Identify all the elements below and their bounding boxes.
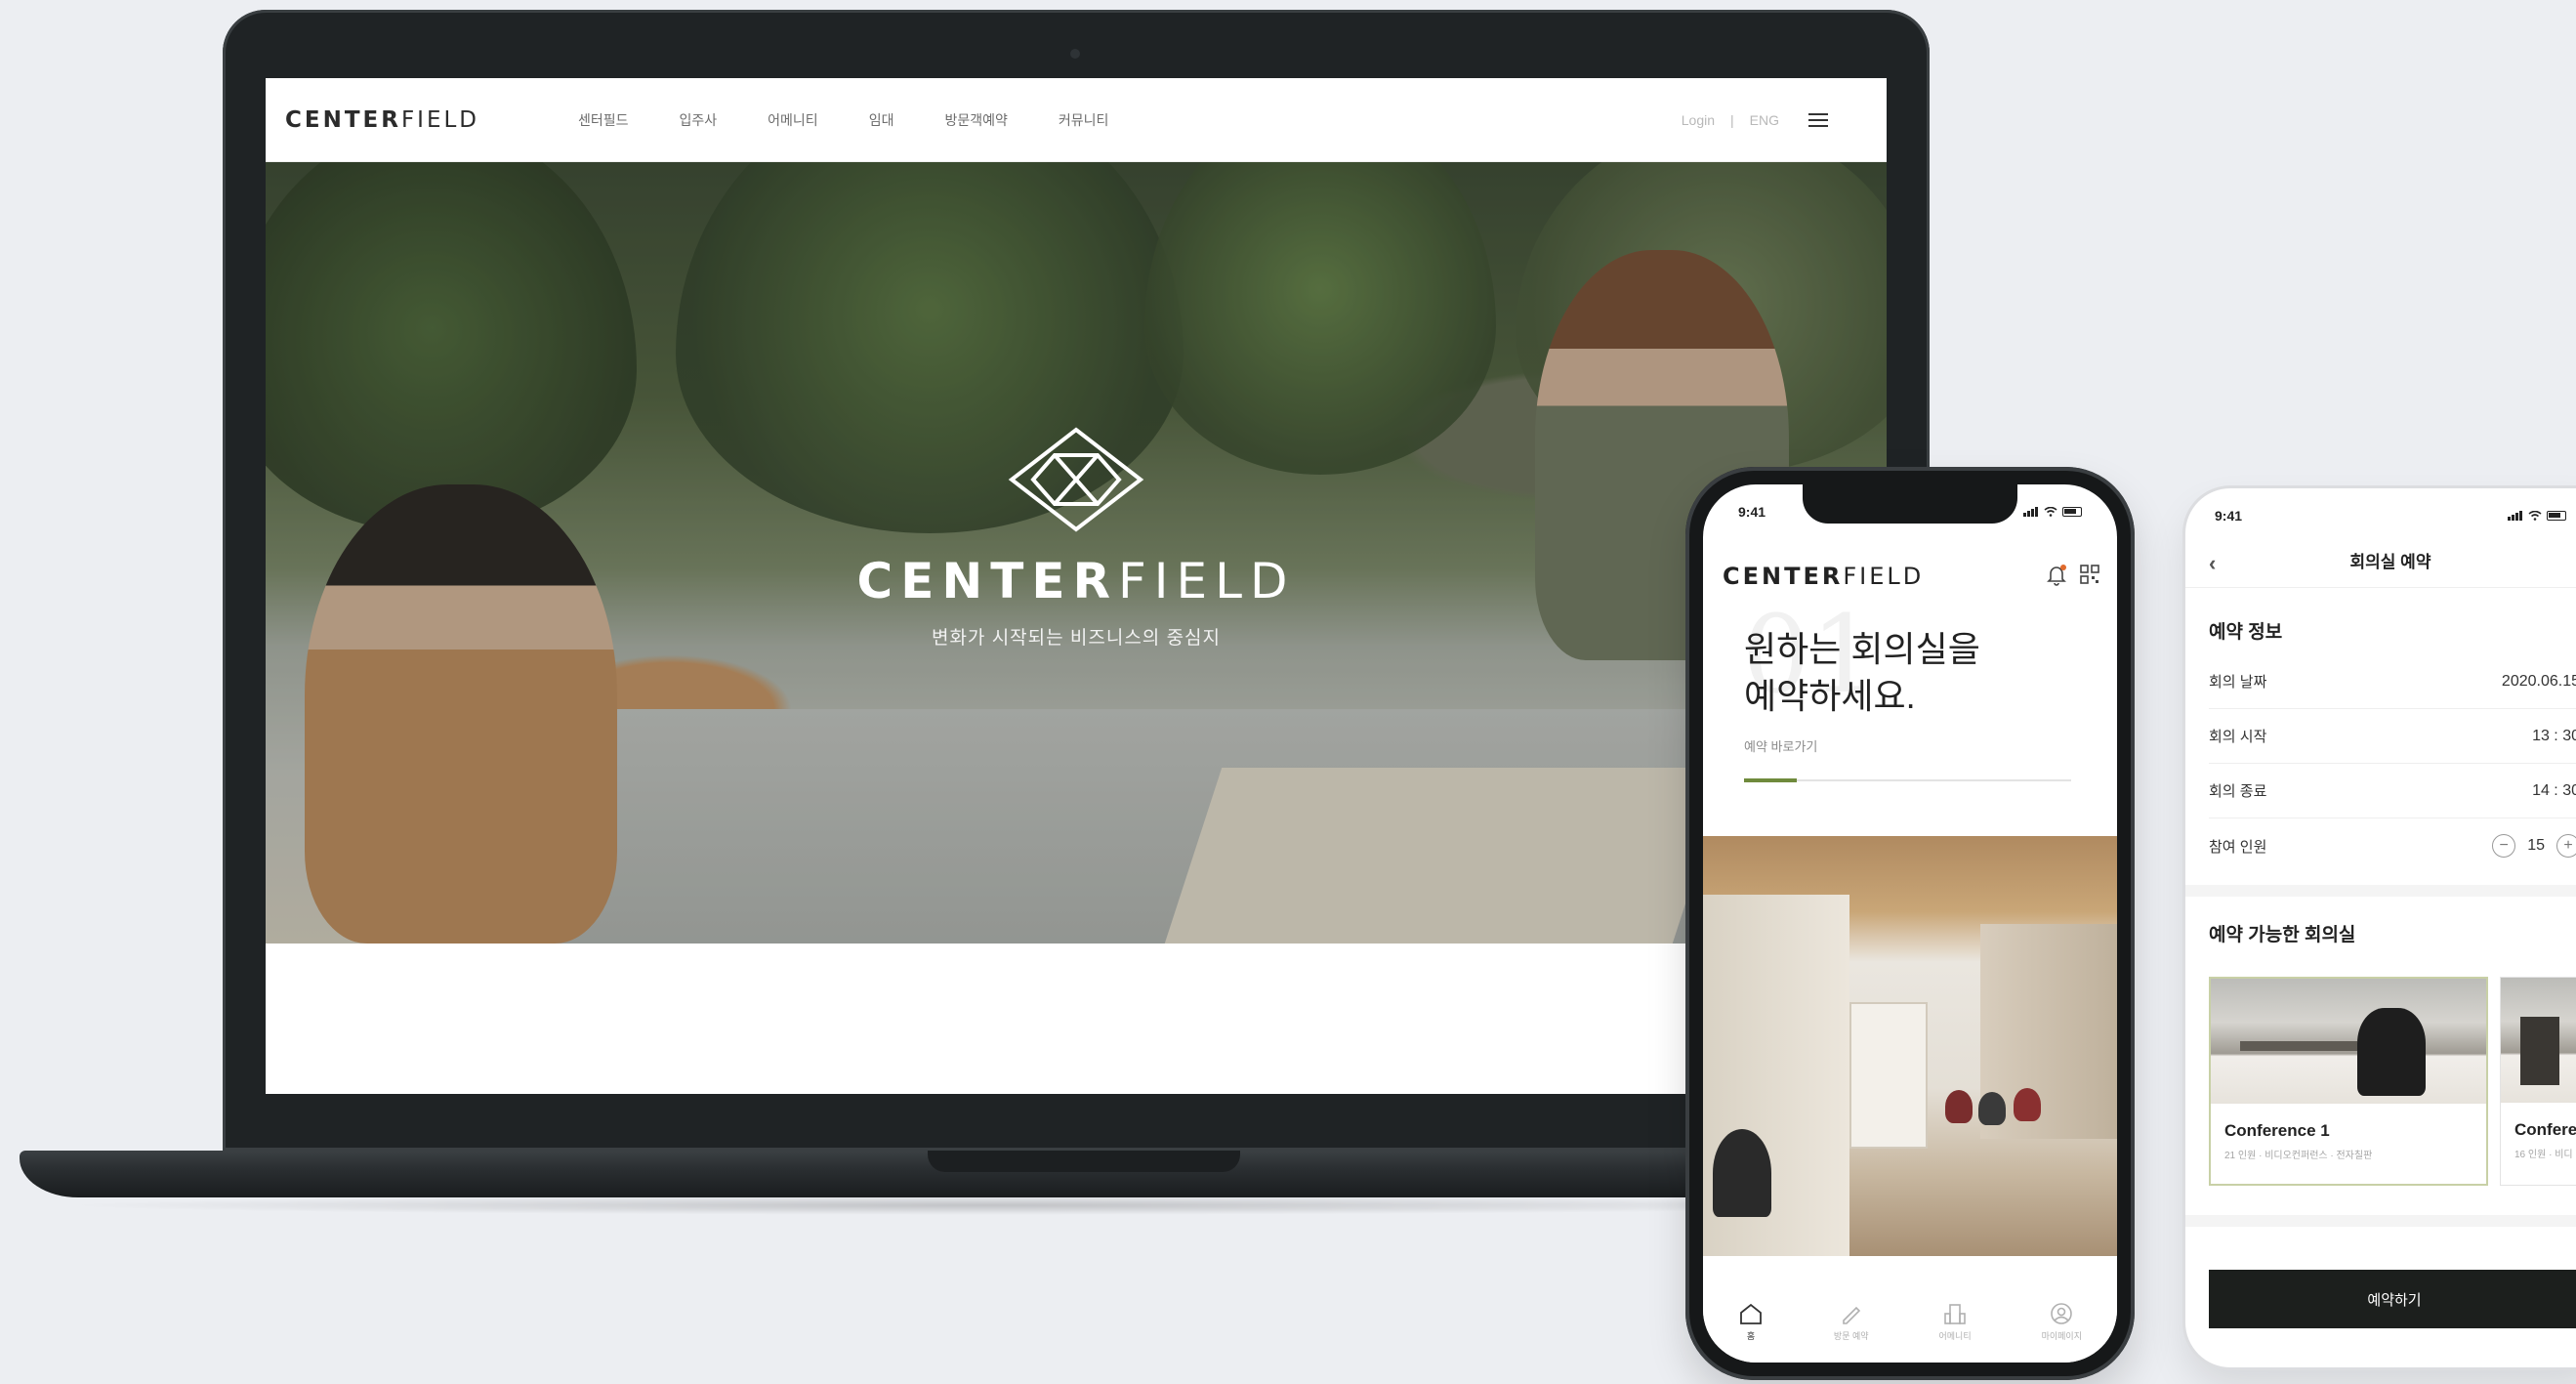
status-bar: 9:41 xyxy=(2185,488,2576,533)
site-header: CENTERFIELD 센터필드 입주사 어메니티 임대 방문객예약 커뮤니티 … xyxy=(266,78,1887,162)
available-rooms-title: 예약 가능한 회의실 xyxy=(2209,925,2356,945)
phone-home-screen: 9:41 CENTERFIELD 01 원하는 회의실을 예약하세요. 예약 바… xyxy=(1703,484,2117,1363)
menu-item-amenity[interactable]: 어메니티 xyxy=(768,110,818,130)
phone-home: 9:41 CENTERFIELD 01 원하는 회의실을 예약하세요. 예약 바… xyxy=(1685,467,2135,1380)
attendees-row: 참여 인원 − 15 + xyxy=(2209,818,2576,873)
signal-icon xyxy=(2508,508,2523,524)
language-toggle[interactable]: ENG xyxy=(1750,112,1779,128)
meeting-date-row[interactable]: 회의 날짜 2020.06.15 xyxy=(2209,654,2576,709)
bottom-tab-bar: 홈 방문 예약 어메니티 마이페이지 xyxy=(1703,1288,2117,1363)
home-icon xyxy=(1740,1303,1762,1324)
hamburger-menu-icon[interactable] xyxy=(1808,113,1828,127)
header-utilities: Login | ENG xyxy=(1682,78,1828,162)
wifi-icon xyxy=(2044,507,2057,517)
meeting-start-label: 회의 시작 xyxy=(2209,729,2267,745)
reservation-info-title: 예약 정보 xyxy=(2209,622,2283,643)
increase-button[interactable]: + xyxy=(2556,834,2576,858)
laptop-hinge-notch xyxy=(928,1151,1240,1172)
slide-progress-fill xyxy=(1744,778,1797,782)
meeting-date-value[interactable]: 2020.06.15 xyxy=(2502,673,2576,691)
menu-item-centerfield[interactable]: 센터필드 xyxy=(578,110,629,130)
meeting-end-value[interactable]: 14 : 30 xyxy=(2532,782,2576,800)
user-icon xyxy=(2051,1303,2073,1324)
hero-tagline: 변화가 시작되는 비즈니스의 중심지 xyxy=(931,628,1222,649)
slide-progress-bar xyxy=(1744,778,2071,782)
status-time: 9:41 xyxy=(1738,504,1766,520)
menu-item-lease[interactable]: 임대 xyxy=(869,110,894,130)
centerfield-logo-icon xyxy=(1008,427,1144,532)
bell-icon[interactable] xyxy=(2047,565,2066,586)
menu-item-visitor-reservation[interactable]: 방문객예약 xyxy=(944,110,1007,130)
room-card[interactable]: Conference 16 인원 · 비디 xyxy=(2500,977,2576,1186)
promo-title: 원하는 회의실을 예약하세요. xyxy=(1744,629,1980,716)
tab-amenity[interactable]: 어메니티 xyxy=(1939,1302,1972,1342)
meeting-start-value[interactable]: 13 : 30 xyxy=(2532,728,2576,745)
attendees-label: 참여 인원 xyxy=(2209,838,2267,856)
meeting-date-label: 회의 날짜 xyxy=(2209,674,2267,691)
signal-icon xyxy=(2023,504,2039,520)
reservation-shortcut-link[interactable]: 예약 바로가기 xyxy=(1744,736,1817,755)
status-icons xyxy=(2023,504,2082,520)
meeting-end-label: 회의 종료 xyxy=(2209,783,2267,800)
phone-notch xyxy=(1803,484,2017,524)
room-photo xyxy=(2501,978,2576,1103)
pencil-icon xyxy=(1842,1306,1860,1324)
meeting-end-row[interactable]: 회의 종료 14 : 30 xyxy=(2209,764,2576,818)
app-logo: CENTERFIELD xyxy=(1723,563,1925,590)
section-divider xyxy=(2185,1215,2576,1227)
screen-title: 회의실 예약 xyxy=(2349,553,2431,571)
hero-brand: CENTERFIELD 변화가 시작되는 비즈니스의 중심지 xyxy=(266,426,1887,650)
menu-item-community[interactable]: 커뮤니티 xyxy=(1059,110,1109,130)
status-icons xyxy=(2508,508,2566,524)
room-card[interactable]: Conference 1 21 인원 · 비디오컨퍼런스 · 전자칠판 xyxy=(2209,977,2488,1186)
hero-wordmark: CENTERFIELD xyxy=(856,553,1296,609)
phone-meeting-room-reservation: 9:41 ‹ 회의실 예약 예약 정보 회의 날짜 2020.06.15 회의 … xyxy=(2185,488,2576,1367)
wifi-icon xyxy=(2528,511,2542,521)
reserve-button[interactable]: 예약하기 xyxy=(2209,1270,2576,1328)
building-icon xyxy=(1944,1304,1966,1324)
room-name: Conference 1 xyxy=(2224,1121,2330,1140)
battery-icon xyxy=(2547,511,2566,521)
room-meta: 16 인원 · 비디 xyxy=(2514,1150,2573,1160)
status-time: 9:41 xyxy=(2215,508,2243,524)
room-photo xyxy=(2211,979,2486,1104)
login-link[interactable]: Login xyxy=(1682,112,1715,128)
battery-icon xyxy=(2062,507,2082,517)
back-arrow-icon[interactable]: ‹ xyxy=(2209,551,2216,576)
laptop-shadow xyxy=(59,1195,1914,1215)
room-name: Conference xyxy=(2514,1120,2576,1139)
separator: | xyxy=(1730,112,1734,128)
hero-banner: CENTERFIELD 변화가 시작되는 비즈니스의 중심지 xyxy=(266,162,1887,944)
tab-home[interactable]: 홈 xyxy=(1738,1302,1764,1342)
tab-visit-reservation[interactable]: 방문 예약 xyxy=(1834,1302,1869,1342)
laptop-base xyxy=(20,1151,1973,1197)
laptop-frame: CENTERFIELD 센터필드 입주사 어메니티 임대 방문객예약 커뮤니티 … xyxy=(223,10,1930,1151)
screen-header: ‹ 회의실 예약 xyxy=(2185,533,2576,588)
decrease-button[interactable]: − xyxy=(2492,834,2516,858)
menu-item-tenants[interactable]: 입주사 xyxy=(680,110,718,130)
camera-icon xyxy=(1070,49,1080,59)
tab-my-page[interactable]: 마이페이지 xyxy=(2042,1302,2082,1342)
website-screen: CENTERFIELD 센터필드 입주사 어메니티 임대 방문객예약 커뮤니티 … xyxy=(266,78,1887,1094)
lounge-photo xyxy=(1703,836,2117,1256)
main-menu: 센터필드 입주사 어메니티 임대 방문객예약 커뮤니티 xyxy=(578,110,1159,130)
section-divider xyxy=(2185,885,2576,897)
qr-code-icon[interactable] xyxy=(2080,565,2099,584)
site-logo[interactable]: CENTERFIELD xyxy=(285,107,578,133)
room-meta: 21 인원 · 비디오컨퍼런스 · 전자칠판 xyxy=(2224,1151,2373,1161)
attendees-value: 15 xyxy=(2527,837,2545,854)
meeting-start-row[interactable]: 회의 시작 13 : 30 xyxy=(2209,709,2576,764)
app-header-icons xyxy=(2047,565,2099,586)
attendees-stepper: − 15 + xyxy=(2492,834,2576,858)
